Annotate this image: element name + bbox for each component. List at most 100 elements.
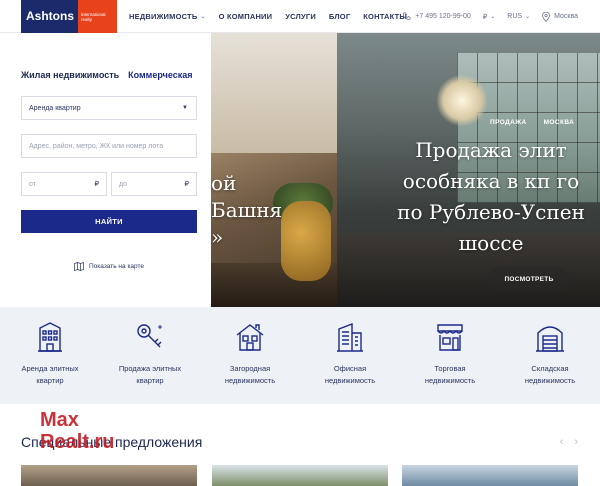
hero-title-line: Продажа элит [415,138,567,162]
deal-type-value: Аренда квартир [29,104,81,112]
location-pin-icon [542,11,550,22]
site-header: Ashtons international realty НЕДВИЖИМОСТ… [0,0,600,33]
apartment-building-icon [38,322,62,352]
search-tabs: Жилая недвижимость Коммерческая [21,70,202,80]
category-label-line: недвижимость [424,376,476,385]
category-retail-property[interactable]: Торговая недвижимость [400,307,500,404]
logo-tagline: international realty [78,0,117,33]
search-button[interactable]: НАЙТИ [21,210,197,233]
nav-item-label: О КОМПАНИИ [218,12,273,21]
category-label: Продажа элитных квартир [100,363,200,387]
category-label: Торговая недвижимость [400,363,500,387]
price-to-input[interactable]: до ₽ [111,172,197,196]
category-label-line: Аренда элитных [21,364,79,373]
offer-card[interactable] [21,465,197,486]
storefront-icon [437,324,463,351]
slide-title-line: Башня [211,198,283,222]
offer-card[interactable] [212,465,388,486]
hero-title-line: особняка в кп го [402,169,580,193]
address-placeholder: Адрес, район, метро, ЖК или номер лота [29,142,164,150]
previous-slide-image[interactable]: ой Башня » [211,33,337,307]
ruble-sign: ₽ [94,181,99,188]
slide-chandelier [437,73,487,128]
header-right: +7 495 120-99-00 ₽ ⌄ RUS ⌄ Москва [390,0,578,33]
watermark-line: Realt.ru [40,431,115,453]
category-label-line: Загородная [229,364,271,373]
show-on-map-label: Показать на карте [89,263,145,270]
special-offers-section: Специальные предложения ‹ › Max Realt.ru [0,404,600,486]
previous-slide-title: ой Башня » [211,170,282,251]
slide-title-line: » [211,225,224,249]
category-label-line: недвижимость [224,376,276,385]
search-panel: Жилая недвижимость Коммерческая Аренда к… [0,33,211,307]
category-label: Загородная недвижимость [200,363,300,387]
category-label: Аренда элитных квартир [0,363,100,387]
slide-title-line: ой [211,171,237,195]
watermark-line: Max [40,409,79,431]
phone-number: +7 495 120-99-00 [415,13,471,20]
offer-card[interactable] [402,465,578,486]
ashtons-logo[interactable]: Ashtons international realty [21,0,117,33]
deal-type-select[interactable]: Аренда квартир ▼ [21,96,197,120]
slide-vase [281,201,331,281]
phone-icon [403,12,411,20]
key-icon [137,324,162,348]
price-from-placeholder: от [29,180,36,188]
hero-slider[interactable]: ой Башня » ПРОДАЖА МОСКВА Продажа элит о… [211,33,600,307]
address-input[interactable]: Адрес, район, метро, ЖК или номер лота [21,134,197,158]
show-on-map-link[interactable]: Показать на карте [74,262,144,271]
view-button[interactable]: ПОСМОТРЕТЬ [489,267,569,291]
price-from-input[interactable]: от ₽ [21,172,107,196]
category-label: Складская недвижимость [500,363,600,387]
maxrealt-watermark: Max Realt.ru [40,409,114,453]
carousel-next-icon[interactable]: › [574,436,578,448]
caret-down-icon: ▼ [182,105,188,111]
category-label-line: квартир [136,376,164,385]
map-icon [74,262,84,271]
carousel-prev-icon[interactable]: ‹ [560,436,564,448]
hero-title: Продажа элит особняка в кп го по Рублево… [371,135,600,259]
chevron-down-icon: ⌄ [490,14,496,20]
category-label: Офисная недвижимость [300,363,400,387]
language-value: RUS [507,13,523,20]
carousel-arrows: ‹ › [549,436,578,448]
city-tag: МОСКВА [543,119,575,126]
price-to-placeholder: до [119,180,127,188]
category-warehouse-property[interactable]: Складская недвижимость [500,307,600,404]
category-office-property[interactable]: Офисная недвижимость [300,307,400,404]
hero-title-line: по Рублево-Успен [397,200,585,224]
nav-item-label: УСЛУГИ [285,12,316,21]
currency-value: ₽ [482,13,488,21]
warehouse-icon [536,326,564,352]
house-icon [236,324,264,351]
category-label-line: Продажа элитных [118,364,182,373]
category-rent-apartments[interactable]: Аренда элитных квартир [0,307,100,404]
office-building-icon [337,322,363,352]
tab-residential[interactable]: Жилая недвижимость [21,70,119,80]
nav-item-label: НЕДВИЖИМОСТЬ [129,12,198,21]
category-sale-apartments[interactable]: Продажа элитных квартир [100,307,200,404]
nav-item-services[interactable]: УСЛУГИ [285,12,316,21]
category-label-line: Офисная [333,364,367,373]
category-label-line: недвижимость [524,376,576,385]
city-select[interactable]: Москва [542,11,578,22]
logo-name: Ashtons [21,0,78,33]
tab-commercial[interactable]: Коммерческая [128,70,192,80]
nav-item-realty[interactable]: НЕДВИЖИМОСТЬ ⌄ [129,12,206,21]
hero-title-line: шоссе [458,231,524,255]
nav-item-label: БЛОГ [328,12,351,21]
category-country-property[interactable]: Загородная недвижимость [200,307,300,404]
nav-item-blog[interactable]: БЛОГ [329,12,350,21]
nav-item-about[interactable]: О КОМПАНИИ [219,12,273,21]
category-label-line: Торговая [434,364,466,373]
language-select[interactable]: RUS ⌄ [507,13,530,20]
category-label-line: квартир [36,376,64,385]
deal-tag: ПРОДАЖА [490,119,527,126]
city-value: Москва [554,13,578,20]
ruble-sign: ₽ [184,181,189,188]
main-nav: НЕДВИЖИМОСТЬ ⌄ О КОМПАНИИ УСЛУГИ БЛОГ КО… [129,0,420,33]
currency-select[interactable]: ₽ ⌄ [483,13,496,21]
phone-link[interactable]: +7 495 120-99-00 [402,12,471,21]
category-label-line: недвижимость [324,376,376,385]
slide-tags: ПРОДАЖА МОСКВА [490,119,591,126]
